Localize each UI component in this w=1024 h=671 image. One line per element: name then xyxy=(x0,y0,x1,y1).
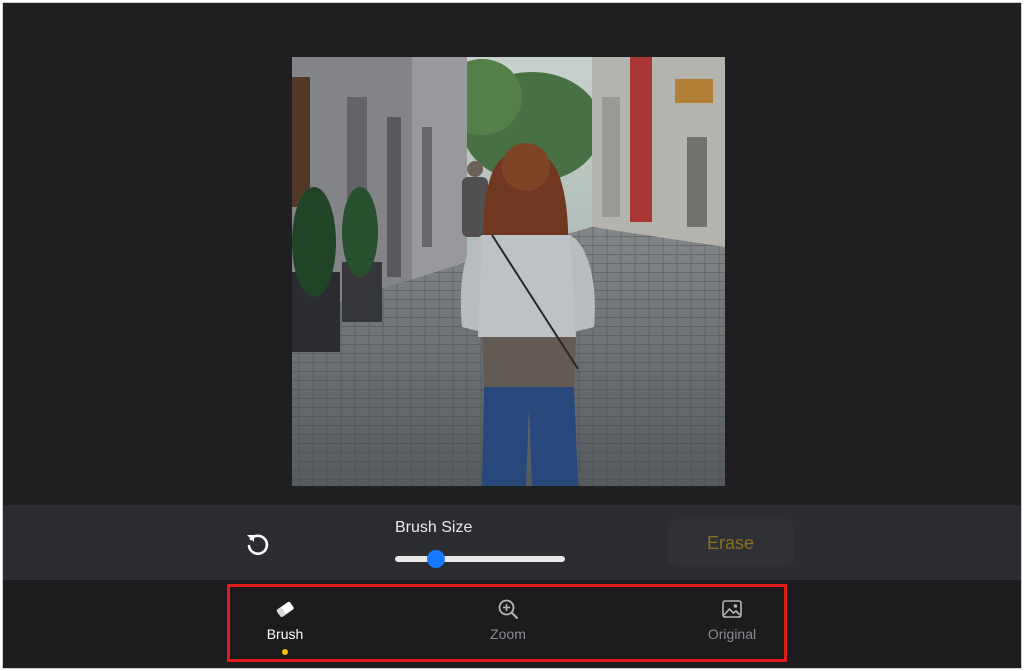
active-indicator-dot xyxy=(282,649,288,655)
nav-label-original: Original xyxy=(707,626,757,642)
nav-item-zoom[interactable]: Zoom xyxy=(458,598,558,642)
nav-label-brush: Brush xyxy=(266,626,304,642)
slider-thumb[interactable] xyxy=(426,550,445,568)
nav-label-zoom: Zoom xyxy=(490,626,526,642)
brush-size-slider[interactable] xyxy=(395,549,565,568)
image-icon xyxy=(722,600,742,618)
nav-item-original[interactable]: Original xyxy=(682,598,782,642)
photo-illustration xyxy=(292,57,725,486)
brush-size-label: Brush Size xyxy=(395,519,473,536)
image-canvas xyxy=(3,3,1021,505)
app-window: Brush Size Erase Brush Zoom Original xyxy=(2,2,1022,669)
brush-controls-bar: Brush Size Erase xyxy=(3,505,1021,580)
undo-button[interactable] xyxy=(240,527,274,561)
undo-icon xyxy=(247,534,269,556)
edited-photo[interactable] xyxy=(292,57,725,486)
nav-item-brush[interactable]: Brush xyxy=(235,598,335,655)
eraser-icon xyxy=(276,601,294,617)
erase-button[interactable]: Erase xyxy=(668,519,793,567)
slider-track xyxy=(395,556,565,562)
bottom-toolbar: Brush Zoom Original xyxy=(3,580,1021,668)
zoom-in-icon xyxy=(498,599,518,619)
